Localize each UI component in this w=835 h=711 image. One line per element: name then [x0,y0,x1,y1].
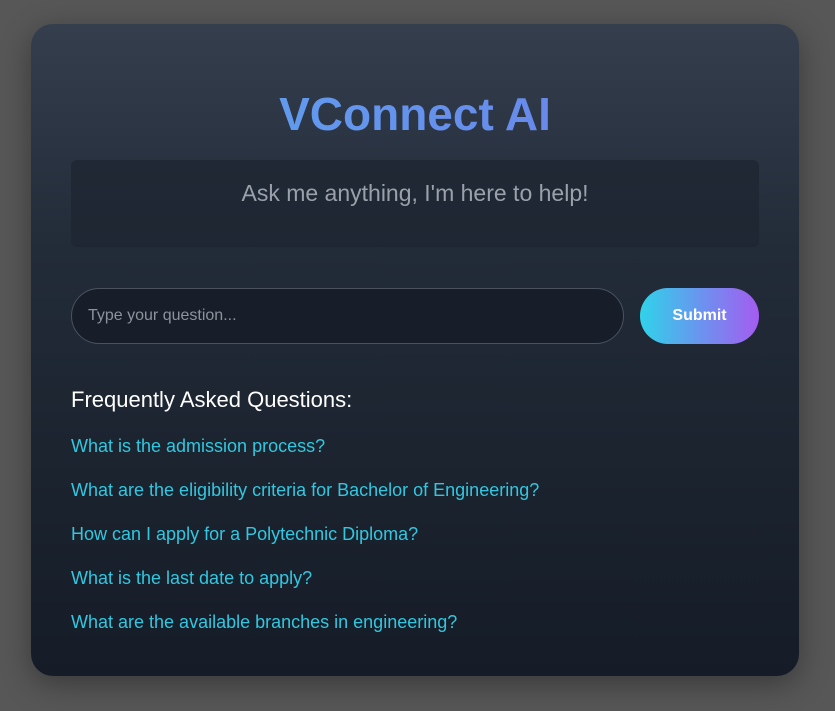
chat-greeting-message: Ask me anything, I'm here to help! [241,180,589,206]
faq-item: What are the eligibility criteria for Ba… [71,476,539,520]
chat-card: VConnect AI Ask me anything, I'm here to… [31,24,799,676]
faq-link-last-date[interactable]: What is the last date to apply? [71,568,312,588]
faq-link-engineering-branches[interactable]: What are the available branches in engin… [71,612,457,632]
faq-item: What are the available branches in engin… [71,608,539,652]
submit-button[interactable]: Submit [640,288,759,344]
question-input[interactable] [71,288,624,344]
faq-link-admission-process[interactable]: What is the admission process? [71,436,325,456]
faq-item: What is the admission process? [71,432,539,476]
faq-item: How can I apply for a Polytechnic Diplom… [71,520,539,564]
chat-response-box: Ask me anything, I'm here to help! [71,160,759,247]
faq-link-eligibility-criteria[interactable]: What are the eligibility criteria for Ba… [71,480,539,500]
faq-list: What is the admission process? What are … [71,432,539,652]
page-background: VConnect AI Ask me anything, I'm here to… [0,0,835,711]
app-title: VConnect AI [31,86,799,142]
faq-item: What is the last date to apply? [71,564,539,608]
faq-link-polytechnic-diploma[interactable]: How can I apply for a Polytechnic Diplom… [71,524,418,544]
faq-heading: Frequently Asked Questions: [71,387,353,412]
